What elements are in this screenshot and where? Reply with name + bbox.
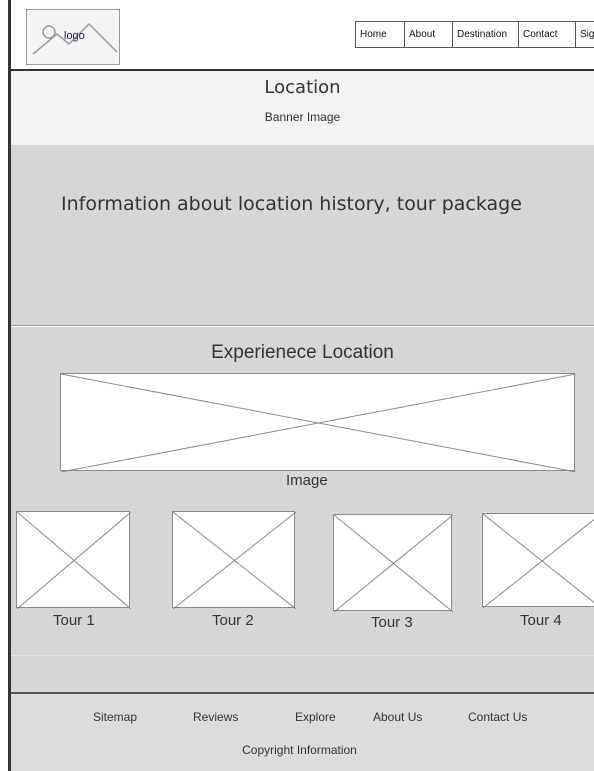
tour-2-image[interactable] (172, 511, 296, 609)
nav-home[interactable]: Home (355, 21, 405, 48)
section-divider (11, 655, 594, 656)
image-placeholder-icon (17, 512, 131, 609)
footer-link-sitemap[interactable]: Sitemap (93, 710, 137, 724)
site-footer: Sitemap Reviews Explore About Us Contact… (11, 694, 594, 771)
info-section: Information about location history, tour… (11, 145, 594, 326)
experience-title: Experienece Location (211, 342, 394, 363)
footer-link-contact-us[interactable]: Contact Us (468, 710, 527, 724)
footer-link-about-us[interactable]: About Us (373, 710, 422, 724)
tour-4-label: Tour 4 (520, 612, 562, 629)
image-placeholder-icon (61, 374, 576, 472)
location-title: Location (264, 77, 341, 98)
nav-signin[interactable]: Sign (576, 21, 594, 48)
info-text: Information about location history, tour… (61, 193, 522, 215)
tour-3-image[interactable] (333, 514, 453, 612)
footer-link-explore[interactable]: Explore (295, 710, 336, 724)
logo[interactable]: logo (26, 9, 120, 65)
experience-section: Experienece Location Image Tour 1 Tour 2 (11, 327, 594, 692)
image-placeholder-icon (483, 514, 594, 608)
banner-section: Location Banner Image (11, 71, 594, 145)
image-placeholder-icon (173, 512, 296, 609)
tour-3-label: Tour 3 (371, 614, 413, 631)
experience-image-placeholder[interactable] (60, 373, 576, 472)
wireframe-page: logo Home About Destination Contact Sign… (0, 0, 594, 771)
image-caption: Image (286, 472, 328, 489)
copyright-text: Copyright Information (242, 743, 357, 757)
nav-destination[interactable]: Destination (453, 21, 519, 48)
tour-2-label: Tour 2 (212, 612, 254, 629)
nav-contact[interactable]: Contact (519, 21, 576, 48)
main-nav: Home About Destination Contact Sign (355, 21, 594, 48)
image-placeholder-icon (334, 515, 453, 612)
logo-label: logo (64, 30, 85, 42)
footer-link-reviews[interactable]: Reviews (193, 710, 238, 724)
tour-4-image[interactable] (482, 513, 594, 608)
tour-1-label: Tour 1 (53, 612, 95, 629)
nav-about[interactable]: About (405, 21, 453, 48)
tour-1-image[interactable] (16, 511, 131, 609)
site-header: logo Home About Destination Contact Sign (11, 0, 594, 70)
banner-image-label: Banner Image (264, 110, 341, 124)
